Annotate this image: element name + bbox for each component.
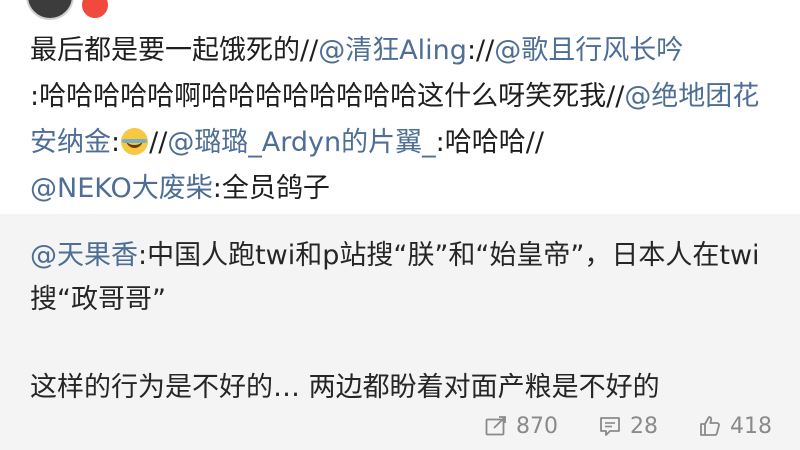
repost-button[interactable]: 870 xyxy=(484,414,558,439)
separator: : xyxy=(111,127,121,158)
weibo-post-view: 最后都是要一起饿死的//@清狂Aling://@歌且行风长吟:哈哈哈哈哈啊哈哈哈… xyxy=(0,0,800,450)
mention-link-qingkuang[interactable]: @清狂Aling xyxy=(318,35,467,66)
comment-count: 28 xyxy=(630,413,658,439)
comment-button[interactable]: 28 xyxy=(598,414,658,439)
mention-link-geqie[interactable]: @歌且行风长吟 xyxy=(494,35,683,66)
repost-tail-text: :全员鸽子 xyxy=(212,173,330,204)
like-button[interactable]: 418 xyxy=(698,414,772,439)
repost-icon xyxy=(484,414,508,438)
repost-body-text: 哈哈哈哈哈啊哈哈哈哈哈哈哈哈这什么呀笑死我// xyxy=(39,81,625,112)
action-bar: 870 28 418 xyxy=(484,406,772,446)
laugh-cry-icon xyxy=(121,128,149,155)
comment-icon xyxy=(598,414,622,438)
separator: : xyxy=(30,81,40,112)
quoted-post-text: @天果香:中国人跑twi和p站搜“朕”和“始皇帝”，日本人在twi搜“政哥哥” xyxy=(30,234,775,322)
quoted-post-card[interactable]: @天果香:中国人跑twi和p站搜“朕”和“始皇帝”，日本人在twi搜“政哥哥” … xyxy=(0,214,800,450)
quoted-body-line1: :中国人跑twi和p站搜“朕”和“始皇帝”，日本人在twi搜“政哥哥” xyxy=(30,240,760,315)
avatar[interactable] xyxy=(26,0,74,20)
mention-link-neko[interactable]: @NEKO大废柴 xyxy=(30,173,213,204)
like-count: 418 xyxy=(730,413,772,439)
separator: // xyxy=(149,127,168,158)
quoted-body-line2: 这样的行为是不好的… 两边都盼着对面产粮是不好的 xyxy=(30,372,660,403)
repost-chain-text: 最后都是要一起饿死的//@清狂Aling://@歌且行风长吟:哈哈哈哈哈啊哈哈哈… xyxy=(30,28,780,212)
separator: :// xyxy=(466,35,495,66)
repost-count: 870 xyxy=(516,413,558,439)
repost-body-text: :哈哈哈// xyxy=(435,127,544,158)
verified-badge-icon xyxy=(80,0,110,20)
thumbs-up-icon xyxy=(698,414,722,438)
mention-link-lulu[interactable]: @璐璐_Ardyn的片翼_ xyxy=(167,127,435,158)
quoted-author-link[interactable]: @天果香 xyxy=(30,240,138,271)
repost-prefix-text: 最后都是要一起饿死的// xyxy=(30,35,319,66)
